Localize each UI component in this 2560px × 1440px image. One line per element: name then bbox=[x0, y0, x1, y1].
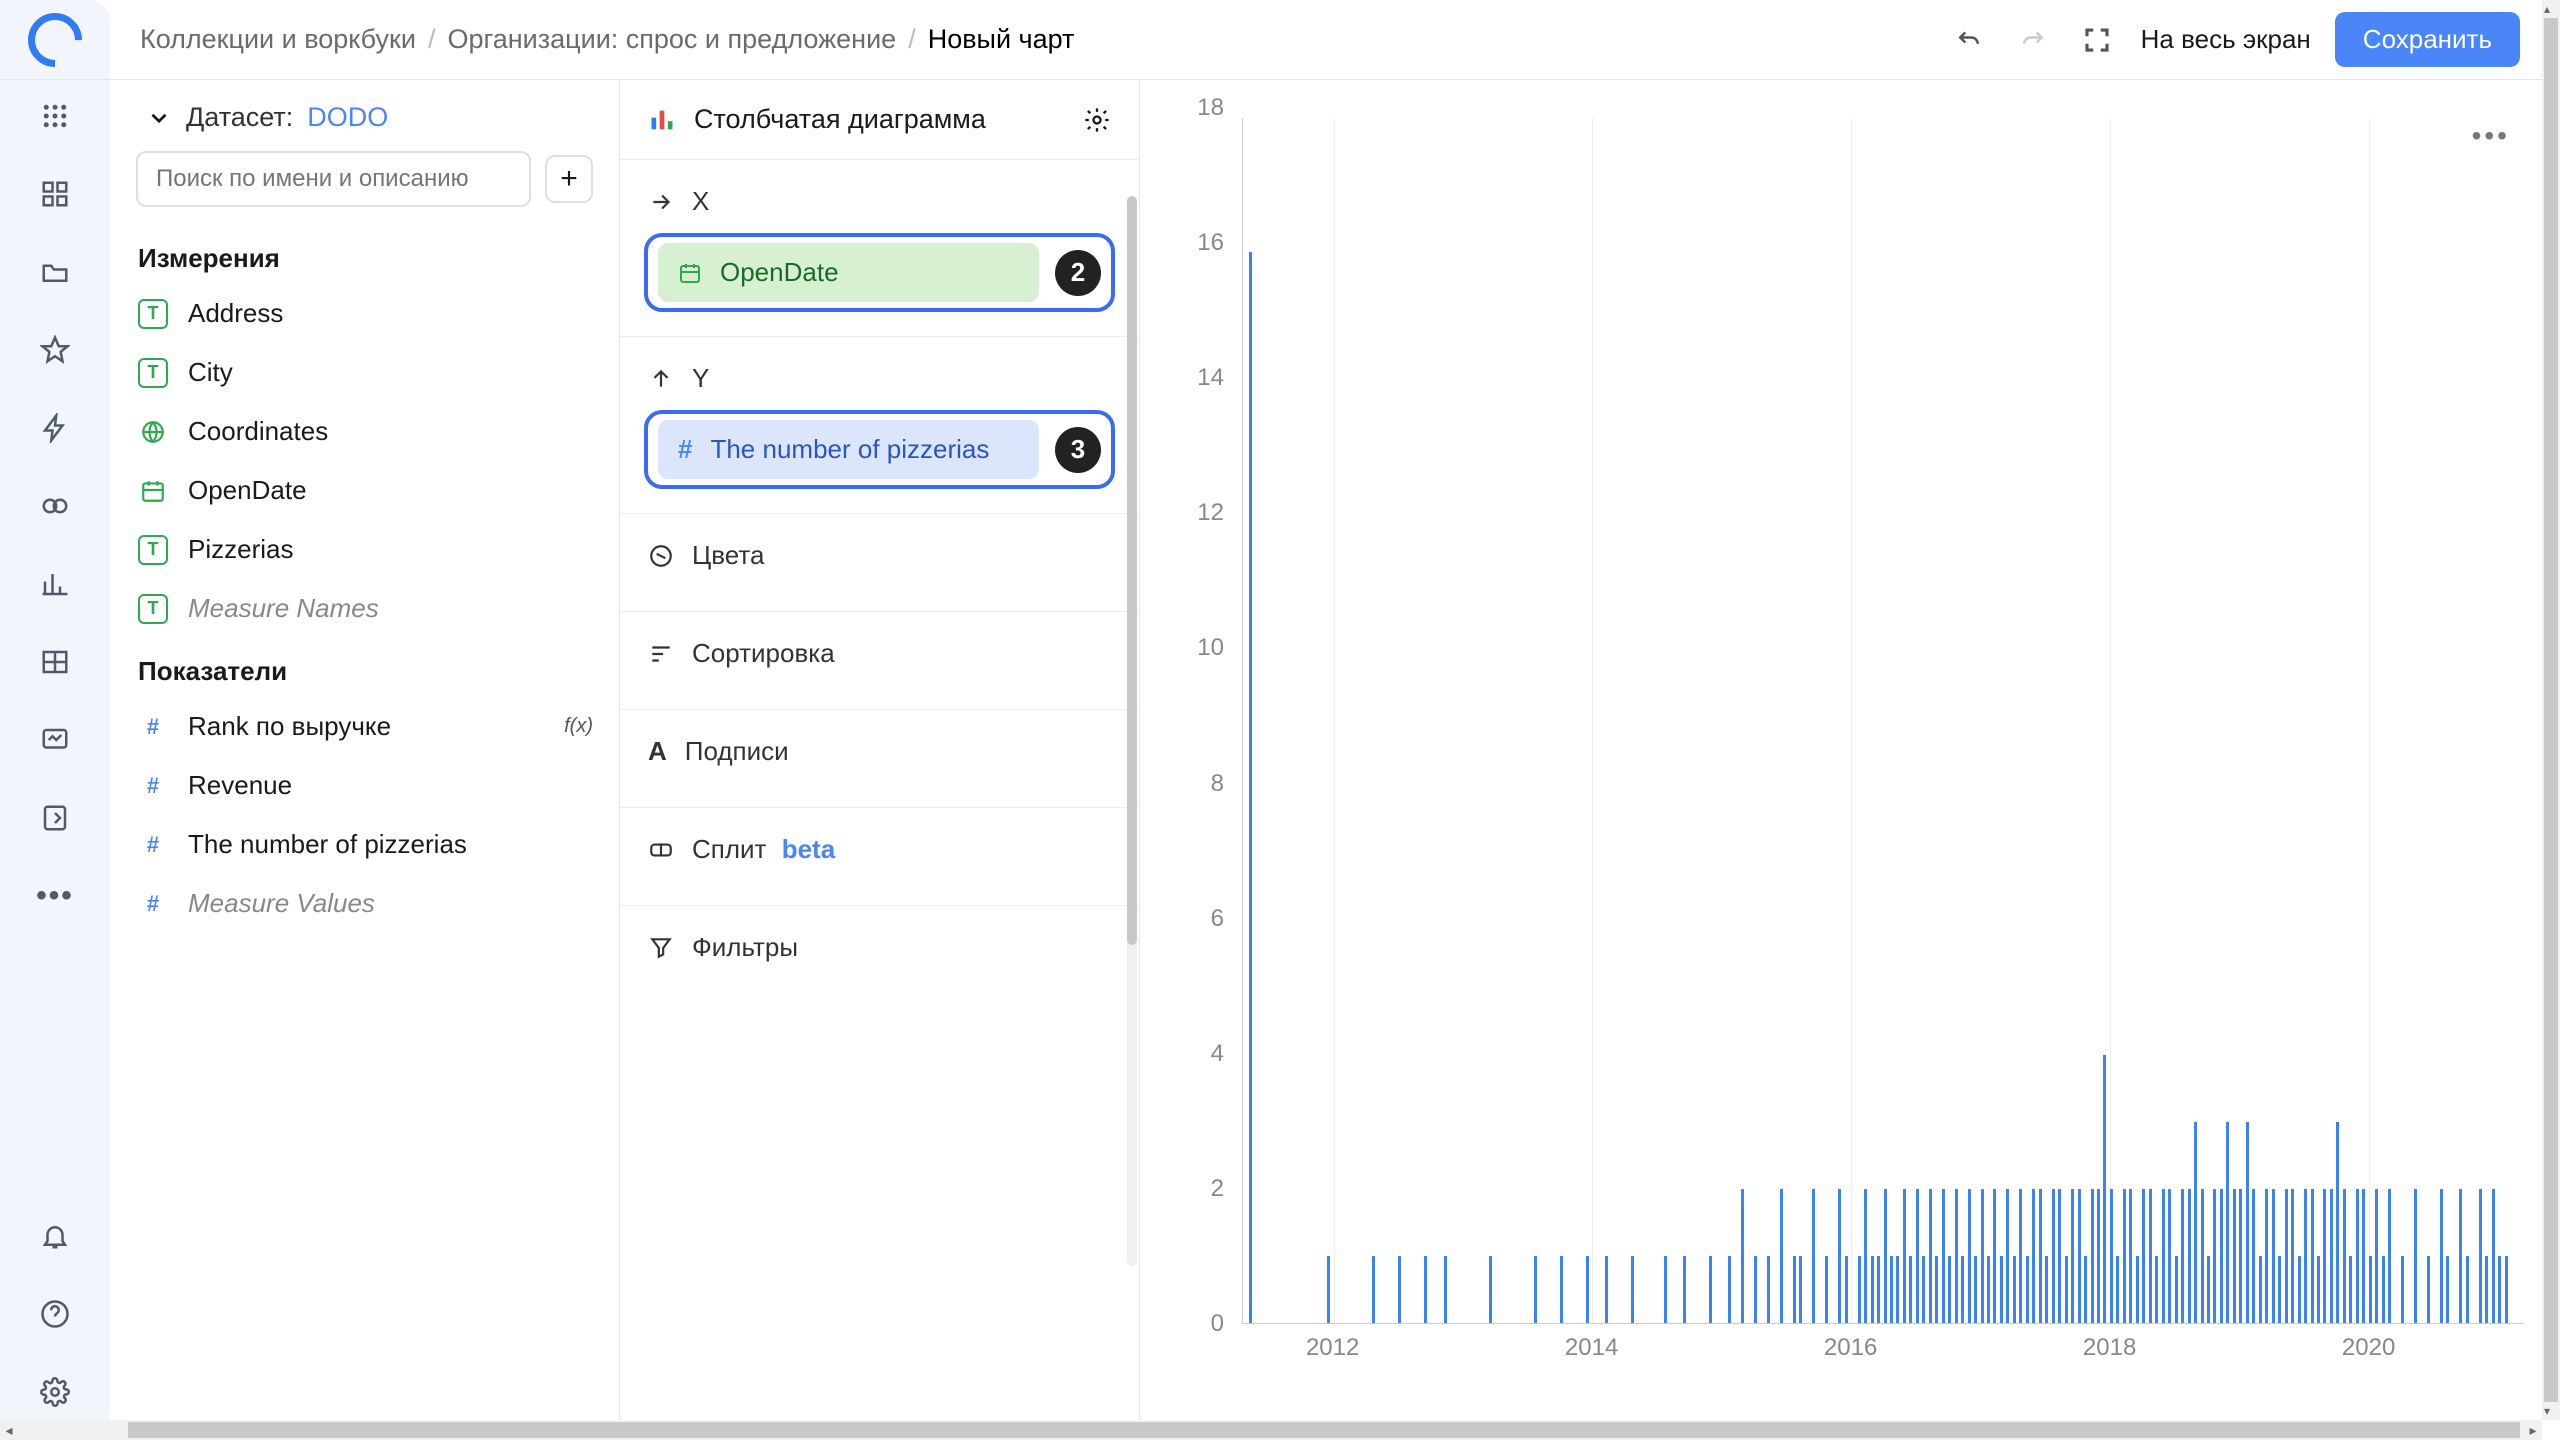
folder-icon[interactable] bbox=[37, 254, 73, 290]
colors-label[interactable]: Цвета bbox=[692, 540, 764, 571]
palette-icon bbox=[648, 543, 674, 569]
breadcrumb-current: Новый чарт bbox=[928, 24, 1075, 55]
field-city[interactable]: TCity bbox=[110, 343, 619, 402]
field-coordinates[interactable]: Coordinates bbox=[110, 402, 619, 461]
bolt-icon[interactable] bbox=[37, 410, 73, 446]
apps-icon[interactable] bbox=[37, 98, 73, 134]
step-badge-3: 3 bbox=[1055, 427, 1101, 473]
page-scrollbar-v[interactable]: ▴▾ bbox=[2542, 0, 2560, 1420]
filters-label[interactable]: Фильтры bbox=[692, 932, 798, 963]
star-icon[interactable] bbox=[37, 332, 73, 368]
left-rail: ••• bbox=[0, 80, 110, 1440]
chart-icon[interactable] bbox=[37, 566, 73, 602]
link-icon[interactable] bbox=[37, 488, 73, 524]
report-icon[interactable] bbox=[37, 800, 73, 836]
breadcrumb: Коллекции и воркбуки / Организации: спро… bbox=[110, 24, 1949, 55]
field-opendate[interactable]: OpenDate bbox=[110, 461, 619, 520]
measures-title: Показатели bbox=[110, 638, 619, 697]
breadcrumb-mid[interactable]: Организации: спрос и предложение bbox=[447, 24, 896, 55]
header: Коллекции и воркбуки / Организации: спро… bbox=[0, 0, 2560, 80]
config-scrollbar[interactable] bbox=[1127, 196, 1137, 1266]
gear-icon[interactable] bbox=[1083, 106, 1111, 134]
arrow-up-icon bbox=[648, 366, 674, 392]
bell-icon[interactable] bbox=[37, 1218, 73, 1254]
fullscreen-icon[interactable] bbox=[2077, 20, 2117, 60]
y-axis-label: Y bbox=[692, 363, 709, 394]
split-icon bbox=[648, 837, 674, 863]
grid-icon[interactable] bbox=[37, 176, 73, 212]
field-measure-names[interactable]: TMeasure Names bbox=[110, 579, 619, 638]
labels-label[interactable]: Подписи bbox=[685, 736, 789, 767]
search-input[interactable] bbox=[136, 151, 531, 207]
dashboard-icon[interactable] bbox=[37, 722, 73, 758]
breadcrumb-root[interactable]: Коллекции и воркбуки bbox=[140, 24, 416, 55]
chart-type-name[interactable]: Столбчатая диаграмма bbox=[694, 104, 1065, 135]
step-badge-2: 2 bbox=[1055, 250, 1101, 296]
filter-icon bbox=[648, 935, 674, 961]
field-rank-по-выручке[interactable]: #Rank по выручкеf(x) bbox=[110, 697, 619, 756]
field-the-number-of-pizzerias[interactable]: #The number of pizzerias bbox=[110, 815, 619, 874]
page-scrollbar-h[interactable]: ◂▸ bbox=[0, 1420, 2542, 1440]
table-icon[interactable] bbox=[37, 644, 73, 680]
chart-panel: ••• 024681012141618 20122014201620182020 bbox=[1140, 80, 2560, 1440]
field-address[interactable]: TAddress bbox=[110, 284, 619, 343]
bar-chart-icon bbox=[648, 106, 676, 134]
redo-icon[interactable] bbox=[2013, 20, 2053, 60]
logo[interactable] bbox=[0, 0, 110, 79]
fullscreen-label[interactable]: На весь экран bbox=[2141, 24, 2311, 55]
split-label[interactable]: Сплит beta bbox=[692, 834, 835, 865]
labels-aa-icon: A bbox=[648, 736, 667, 767]
more-icon[interactable]: ••• bbox=[37, 878, 73, 914]
settings-icon[interactable] bbox=[37, 1374, 73, 1410]
y-chip[interactable]: # The number of pizzerias bbox=[658, 420, 1039, 479]
x-axis-label: X bbox=[692, 186, 709, 217]
sort-label[interactable]: Сортировка bbox=[692, 638, 835, 669]
dimensions-title: Измерения bbox=[110, 225, 619, 284]
chevron-down-icon[interactable] bbox=[146, 105, 172, 131]
config-panel: Столбчатая диаграмма X OpenDate 2 Y # bbox=[620, 80, 1140, 1440]
save-button[interactable]: Сохранить bbox=[2335, 12, 2520, 67]
dataset-label: Датасет: bbox=[186, 102, 293, 133]
undo-icon[interactable] bbox=[1949, 20, 1989, 60]
arrow-right-icon bbox=[648, 189, 674, 215]
field-pizzerias[interactable]: TPizzerias bbox=[110, 520, 619, 579]
dataset-name[interactable]: DODO bbox=[307, 102, 388, 133]
fields-panel: Датасет: DODO + Измерения TAddressTCityC… bbox=[110, 80, 620, 1440]
help-icon[interactable] bbox=[37, 1296, 73, 1332]
x-chip[interactable]: OpenDate bbox=[658, 243, 1039, 302]
sort-icon bbox=[648, 641, 674, 667]
field-revenue[interactable]: #Revenue bbox=[110, 756, 619, 815]
add-field-button[interactable]: + bbox=[545, 155, 593, 203]
field-measure-values[interactable]: #Measure Values bbox=[110, 874, 619, 933]
